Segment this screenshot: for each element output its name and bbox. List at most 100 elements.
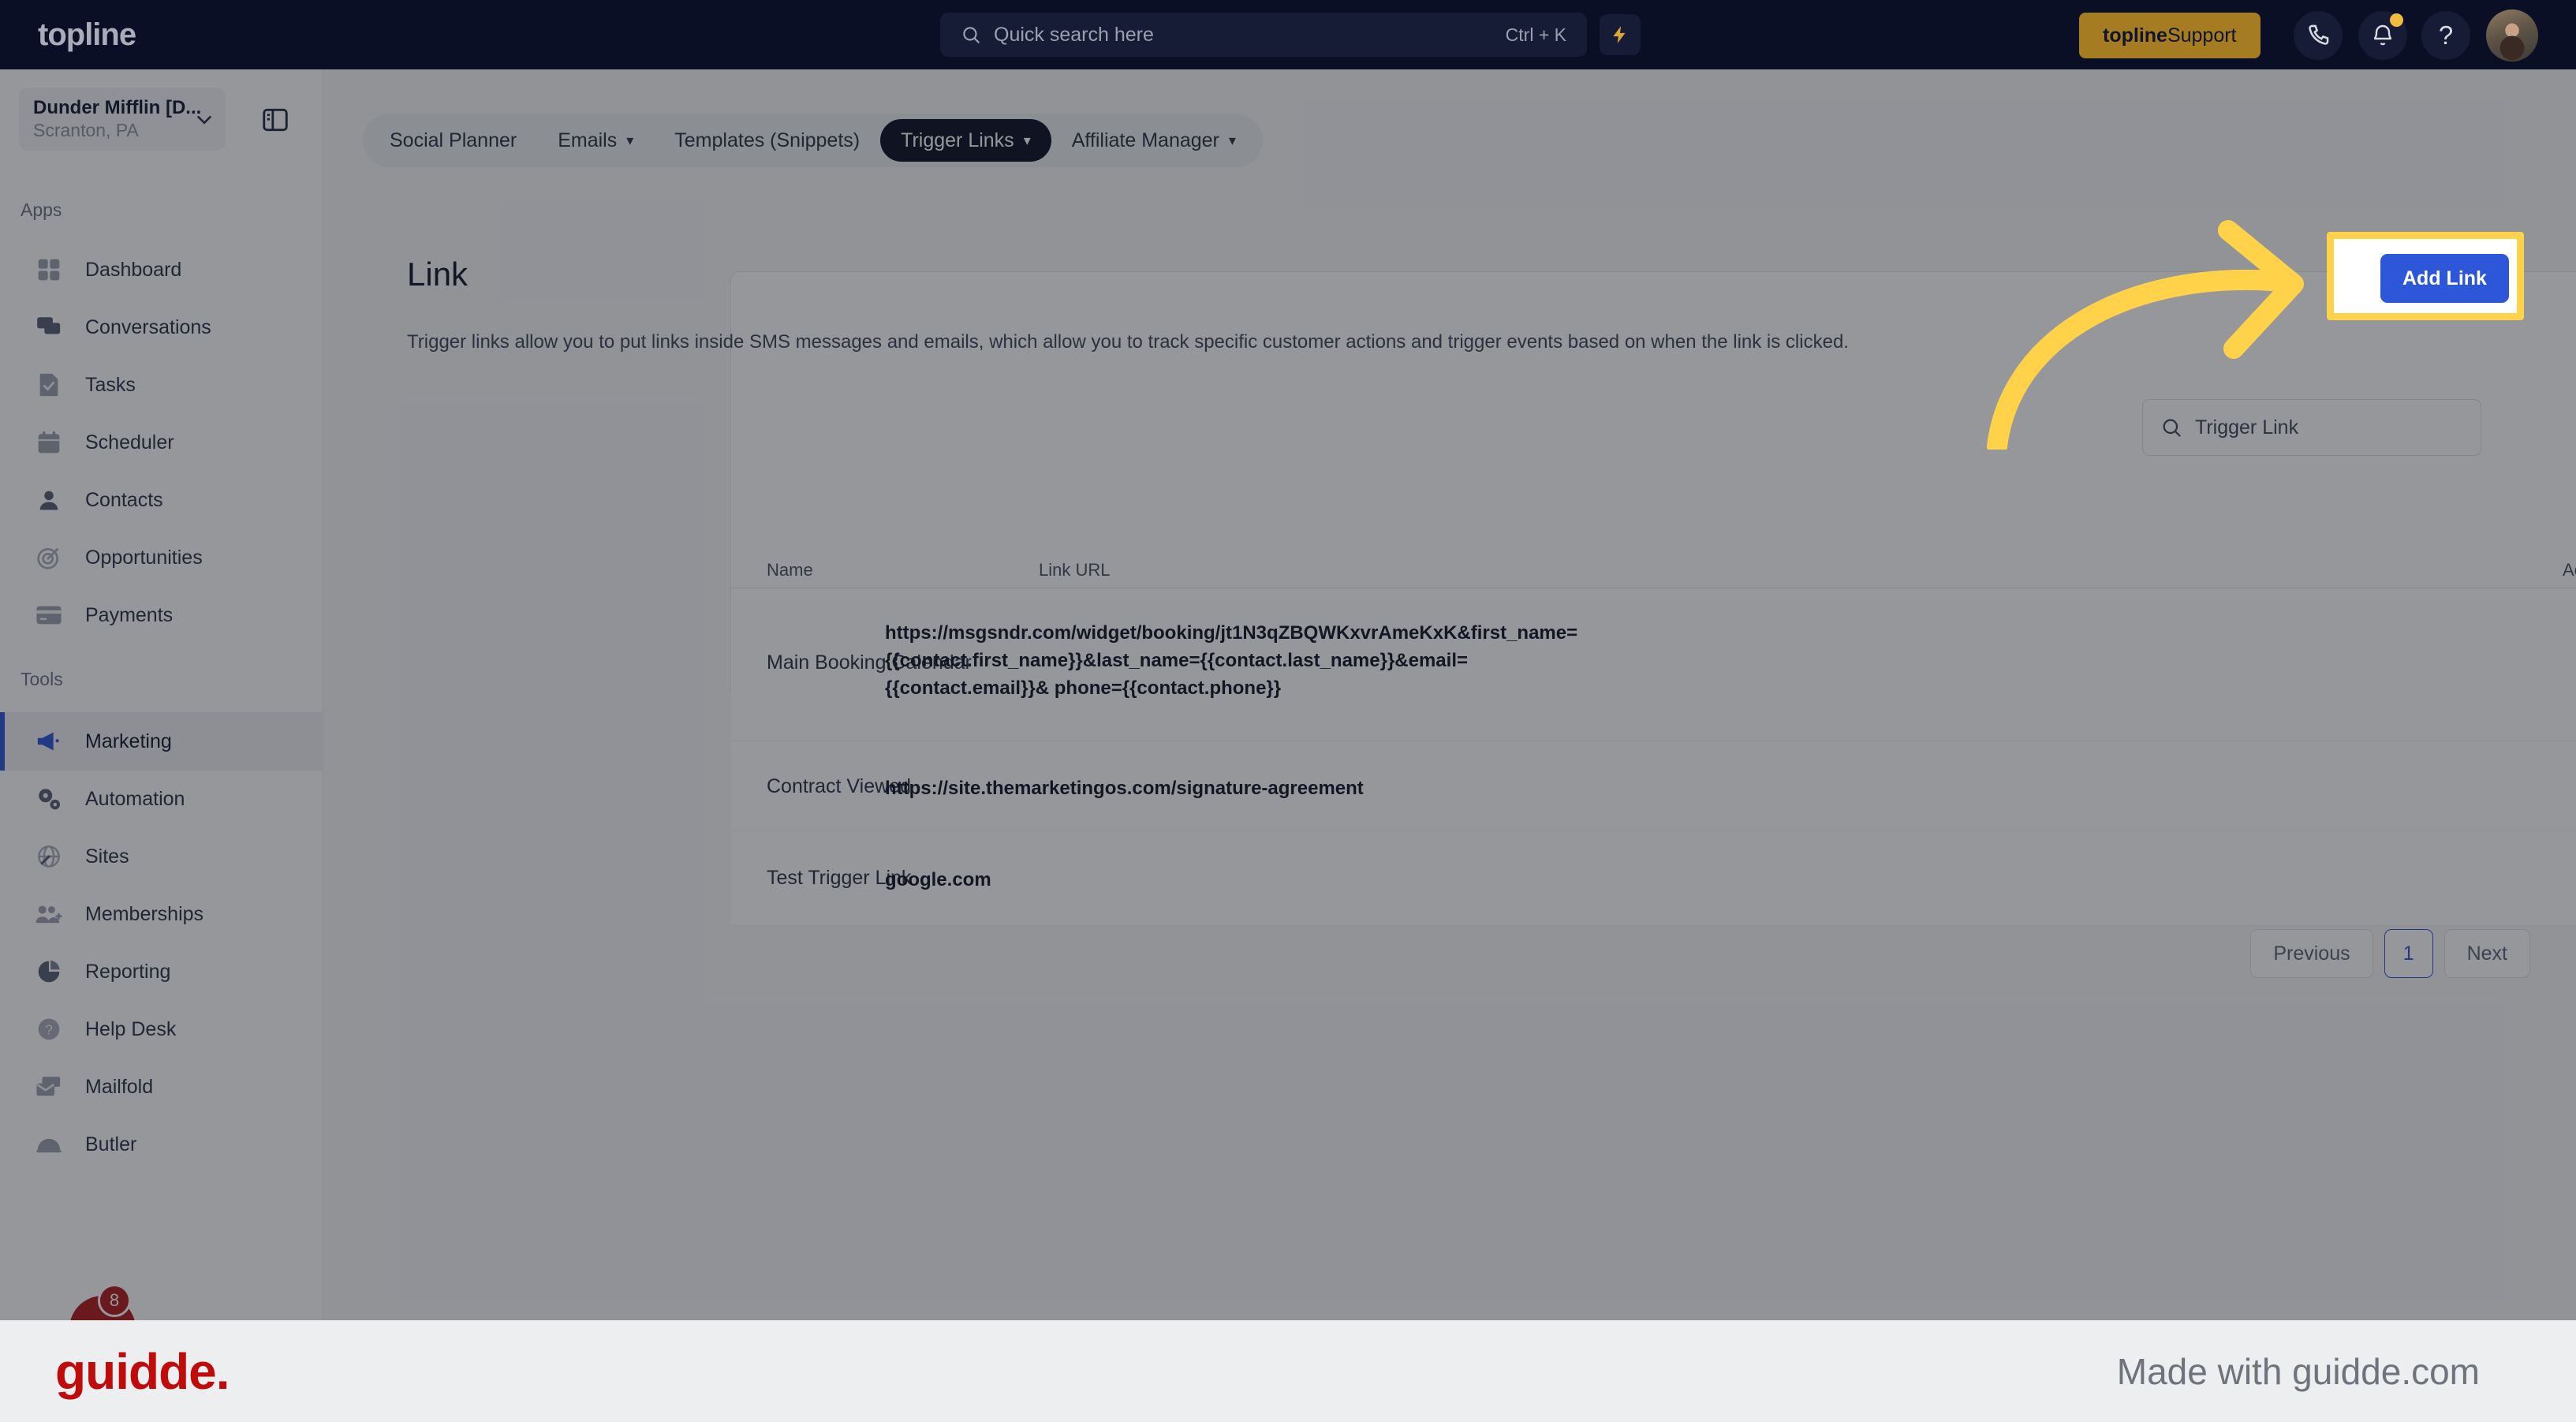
lightning-bolt-icon bbox=[1613, 26, 1626, 43]
conversations-icon bbox=[35, 313, 63, 342]
tab-trigger-links[interactable]: Trigger Links ▾ bbox=[880, 119, 1051, 162]
sidebar: Dunder Mifflin [D... Scranton, PA Apps D… bbox=[0, 69, 323, 1422]
tab-label: Social Planner bbox=[390, 129, 517, 151]
sidebar-item-payments[interactable]: Payments bbox=[0, 586, 323, 644]
chevron-down-icon: ▾ bbox=[1228, 132, 1236, 148]
sidebar-item-help-desk[interactable]: ? Help Desk bbox=[0, 1000, 323, 1058]
sidebar-item-label: Butler bbox=[85, 1133, 137, 1155]
top-navigation-bar: topline Quick search here Ctrl + K topli… bbox=[0, 0, 2576, 69]
sidebar-item-label: Tasks bbox=[85, 373, 136, 396]
chevron-down-icon: ▾ bbox=[1023, 132, 1031, 148]
svg-text:?: ? bbox=[45, 1022, 53, 1038]
sidebar-item-memberships[interactable]: Memberships bbox=[0, 885, 323, 943]
sidebar-item-label: Marketing bbox=[85, 730, 172, 752]
credit-card-icon bbox=[35, 601, 63, 629]
calendar-icon bbox=[35, 428, 63, 457]
previous-page-button[interactable]: Previous bbox=[2250, 929, 2373, 978]
sidebar-item-label: Automation bbox=[85, 787, 185, 810]
marketing-tab-bar: Social Planner Emails ▾ Templates (Snipp… bbox=[363, 114, 1263, 167]
sidebar-item-mailfold[interactable]: Mailfold bbox=[0, 1058, 323, 1116]
global-search-box[interactable]: Quick search here Ctrl + K bbox=[940, 13, 1587, 57]
notifications-button[interactable] bbox=[2358, 11, 2407, 60]
column-header-link-url: Link URL bbox=[1039, 560, 1111, 580]
sidebar-item-opportunities[interactable]: Opportunities bbox=[0, 528, 323, 587]
search-icon bbox=[963, 27, 980, 43]
page-number-button[interactable]: 1 bbox=[2384, 929, 2433, 978]
tab-label: Trigger Links bbox=[901, 129, 1014, 151]
sidebar-item-tasks[interactable]: Tasks bbox=[0, 356, 323, 414]
help-circle-icon: ? bbox=[35, 1015, 63, 1043]
gears-icon bbox=[35, 785, 63, 813]
cell-link-url: https://msgsndr.com/widget/booking/jt1N3… bbox=[885, 622, 1578, 699]
guidde-made-with: Made with guidde.com bbox=[2116, 1350, 2480, 1392]
location-switcher[interactable]: Dunder Mifflin [D... Scranton, PA bbox=[19, 88, 226, 151]
guidde-logo: guidde. bbox=[55, 1342, 230, 1400]
mail-stack-icon bbox=[35, 1073, 63, 1101]
sidebar-item-label: Dashboard bbox=[85, 258, 182, 281]
sidebar-item-sites[interactable]: Sites bbox=[0, 827, 323, 886]
sidebar-item-label: Contacts bbox=[85, 488, 163, 511]
next-page-button[interactable]: Next bbox=[2443, 929, 2530, 978]
page-description: Trigger links allow you to put links ins… bbox=[407, 331, 1849, 353]
page-title: Link bbox=[407, 256, 469, 293]
callout-arrow-icon bbox=[1987, 220, 2304, 450]
tab-social-planner[interactable]: Social Planner bbox=[369, 119, 537, 162]
table-row[interactable]: Main Booking Calendar https://msgsndr.co… bbox=[731, 588, 2576, 741]
sidebar-item-contacts[interactable]: Contacts bbox=[0, 471, 323, 529]
search-shortcut: Ctrl + K bbox=[1505, 24, 1566, 45]
tab-label: Emails bbox=[558, 129, 618, 151]
sidebar-item-automation[interactable]: Automation bbox=[0, 770, 323, 828]
sidebar-item-label: Opportunities bbox=[85, 546, 203, 569]
tab-label: Templates (Snippets) bbox=[674, 129, 861, 151]
column-header-actions: Actions bbox=[2563, 560, 2576, 580]
bell-desk-icon bbox=[35, 1130, 63, 1159]
panel-toggle-icon[interactable] bbox=[260, 105, 290, 135]
location-name: Dunder Mifflin [D... bbox=[33, 97, 202, 118]
sidebar-item-reporting[interactable]: Reporting bbox=[0, 942, 323, 1001]
tab-affiliate-manager[interactable]: Affiliate Manager ▾ bbox=[1051, 119, 1256, 162]
tab-templates-snippets[interactable]: Templates (Snippets) bbox=[654, 119, 880, 162]
members-icon bbox=[35, 900, 63, 928]
sidebar-item-label: Payments bbox=[85, 603, 174, 626]
avatar[interactable] bbox=[2486, 9, 2538, 62]
phone-button[interactable] bbox=[2294, 11, 2343, 60]
globe-icon bbox=[35, 842, 63, 871]
sidebar-item-label: Sites bbox=[85, 845, 129, 868]
dashboard-icon bbox=[35, 256, 63, 284]
sidebar-item-marketing[interactable]: Marketing bbox=[0, 712, 323, 771]
support-button[interactable]: topline Support bbox=[2079, 13, 2261, 58]
quick-actions-button[interactable] bbox=[1600, 14, 1641, 55]
target-icon bbox=[35, 543, 63, 572]
search-placeholder: Quick search here bbox=[994, 23, 1154, 46]
sidebar-item-dashboard[interactable]: Dashboard bbox=[0, 241, 323, 299]
app-logo[interactable]: topline bbox=[38, 0, 136, 69]
sidebar-section-tools: Tools bbox=[21, 669, 63, 689]
table-row[interactable]: Test Trigger Link google.com bbox=[731, 831, 2576, 926]
table-row[interactable]: Contract Viewed https://site.themarketin… bbox=[731, 741, 2576, 831]
sidebar-item-label: Conversations bbox=[85, 315, 211, 338]
cell-link-url: https://site.themarketingos.com/signatur… bbox=[885, 778, 1364, 799]
sidebar-item-label: Help Desk bbox=[85, 1017, 177, 1040]
megaphone-icon bbox=[35, 727, 63, 756]
contacts-icon bbox=[35, 486, 63, 514]
sidebar-section-apps: Apps bbox=[21, 200, 62, 220]
notification-badge bbox=[2390, 13, 2403, 27]
pagination: Previous 1 Next bbox=[2250, 929, 2530, 978]
question-mark-icon: ? bbox=[2438, 21, 2454, 50]
tasks-icon bbox=[35, 371, 63, 399]
tab-emails[interactable]: Emails ▾ bbox=[537, 119, 654, 162]
support-label: Support bbox=[2167, 24, 2237, 47]
sidebar-item-butler[interactable]: Butler bbox=[0, 1115, 323, 1174]
chevron-down-icon: ▾ bbox=[626, 132, 634, 148]
sidebar-item-label: Mailfold bbox=[85, 1075, 154, 1098]
phone-icon bbox=[2309, 24, 2329, 45]
sidebar-item-scheduler[interactable]: Scheduler bbox=[0, 413, 323, 472]
add-link-button[interactable]: Add Link bbox=[2380, 254, 2509, 303]
pie-chart-icon bbox=[35, 957, 63, 986]
cell-link-url: google.com bbox=[885, 869, 991, 890]
chevron-down-icon bbox=[197, 116, 211, 125]
chat-unread-badge: 8 bbox=[98, 1284, 131, 1317]
sidebar-item-conversations[interactable]: Conversations bbox=[0, 298, 323, 356]
help-button[interactable]: ? bbox=[2421, 11, 2470, 60]
sidebar-item-label: Reporting bbox=[85, 960, 171, 983]
